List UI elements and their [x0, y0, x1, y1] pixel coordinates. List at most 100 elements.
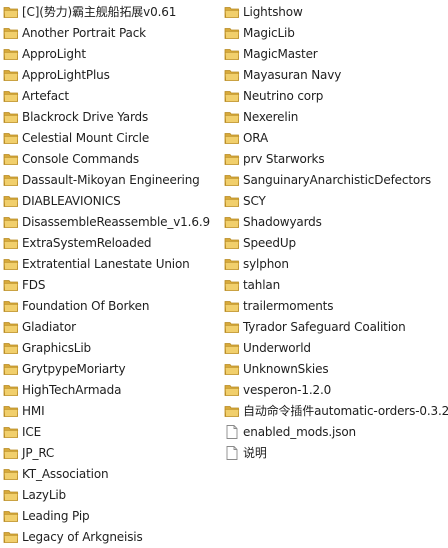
- folder-item[interactable]: Leading Pip: [3, 505, 219, 526]
- item-label: ApproLight: [22, 46, 86, 61]
- folder-icon: [3, 445, 19, 461]
- item-label: MagicLib: [243, 25, 295, 40]
- folder-item[interactable]: [C](势力)霸主舰船拓展v0.61: [3, 1, 219, 22]
- folder-item[interactable]: sylphon: [224, 253, 448, 274]
- folder-item[interactable]: Gladiator: [3, 316, 219, 337]
- folder-item[interactable]: trailermoments: [224, 295, 448, 316]
- folder-icon: [3, 25, 19, 41]
- folder-item[interactable]: Shadowyards: [224, 211, 448, 232]
- item-label: UnknownSkies: [243, 361, 329, 376]
- folder-item[interactable]: HighTechArmada: [3, 379, 219, 400]
- folder-item[interactable]: ApproLightPlus: [3, 64, 219, 85]
- folder-icon: [224, 130, 240, 146]
- item-label: Leading Pip: [22, 508, 90, 523]
- folder-item[interactable]: HMI: [3, 400, 219, 421]
- item-label: HighTechArmada: [22, 382, 122, 397]
- folder-item[interactable]: LazyLib: [3, 484, 219, 505]
- folder-icon: [224, 403, 240, 419]
- item-label: ExtraSystemReloaded: [22, 235, 152, 250]
- folder-item[interactable]: Legacy of Arkgneisis: [3, 526, 219, 547]
- folder-item[interactable]: MagicLib: [224, 22, 448, 43]
- folder-item[interactable]: Neutrino corp: [224, 85, 448, 106]
- folder-icon: [224, 46, 240, 62]
- item-label: enabled_mods.json: [243, 424, 356, 439]
- folder-icon: [3, 277, 19, 293]
- folder-item[interactable]: Underworld: [224, 337, 448, 358]
- folder-item[interactable]: Artefact: [3, 85, 219, 106]
- item-label: GraphicsLib: [22, 340, 91, 355]
- folder-icon: [224, 256, 240, 272]
- folder-icon: [3, 151, 19, 167]
- folder-item[interactable]: SCY: [224, 190, 448, 211]
- item-label: FDS: [22, 277, 46, 292]
- folder-item[interactable]: DIABLEAVIONICS: [3, 190, 219, 211]
- folder-icon: [3, 214, 19, 230]
- folder-item[interactable]: Extratential Lanestate Union: [3, 253, 219, 274]
- file-item[interactable]: 说明: [224, 442, 448, 463]
- folder-item[interactable]: Celestial Mount Circle: [3, 127, 219, 148]
- item-label: 说明: [243, 445, 267, 460]
- folder-icon: [224, 361, 240, 377]
- folder-item[interactable]: Blackrock Drive Yards: [3, 106, 219, 127]
- folder-item[interactable]: Console Commands: [3, 148, 219, 169]
- folder-item[interactable]: vesperon-1.2.0: [224, 379, 448, 400]
- folder-item[interactable]: FDS: [3, 274, 219, 295]
- folder-item[interactable]: Foundation Of Borken: [3, 295, 219, 316]
- folder-icon: [3, 487, 19, 503]
- folder-item[interactable]: ORA: [224, 127, 448, 148]
- folder-item[interactable]: ApproLight: [3, 43, 219, 64]
- folder-item[interactable]: KT_Association: [3, 463, 219, 484]
- folder-icon: [3, 67, 19, 83]
- folder-icon: [224, 109, 240, 125]
- item-label: Shadowyards: [243, 214, 322, 229]
- folder-icon: [3, 235, 19, 251]
- folder-item[interactable]: JP_RC: [3, 442, 219, 463]
- folder-icon: [224, 298, 240, 314]
- folder-item[interactable]: prv Starworks: [224, 148, 448, 169]
- folder-item[interactable]: DisassembleReassemble_v1.6.9: [3, 211, 219, 232]
- folder-item[interactable]: SpeedUp: [224, 232, 448, 253]
- item-label: SanguinaryAnarchisticDefectors: [243, 172, 431, 187]
- folder-icon: [3, 529, 19, 545]
- folder-item[interactable]: Tyrador Safeguard Coalition: [224, 316, 448, 337]
- folder-item[interactable]: Dassault-Mikoyan Engineering: [3, 169, 219, 190]
- folder-item[interactable]: Mayasuran Navy: [224, 64, 448, 85]
- item-label: Mayasuran Navy: [243, 67, 342, 82]
- item-label: [C](势力)霸主舰船拓展v0.61: [22, 4, 177, 19]
- folder-icon: [3, 508, 19, 524]
- item-label: SpeedUp: [243, 235, 296, 250]
- folder-item[interactable]: GrytpypeMoriarty: [3, 358, 219, 379]
- folder-item[interactable]: MagicMaster: [224, 43, 448, 64]
- file-list-column-right: Lightshow MagicLib MagicMaster Mayasuran Na…: [224, 1, 448, 463]
- folder-item[interactable]: Another Portrait Pack: [3, 22, 219, 43]
- folder-icon: [224, 151, 240, 167]
- folder-item[interactable]: tahlan: [224, 274, 448, 295]
- folder-item[interactable]: SanguinaryAnarchisticDefectors: [224, 169, 448, 190]
- item-label: Dassault-Mikoyan Engineering: [22, 172, 200, 187]
- folder-icon: [224, 340, 240, 356]
- folder-icon: [224, 277, 240, 293]
- item-label: Lightshow: [243, 4, 303, 19]
- folder-item[interactable]: ICE: [3, 421, 219, 442]
- item-label: SCY: [243, 193, 266, 208]
- folder-item[interactable]: Lightshow: [224, 1, 448, 22]
- item-label: Neutrino corp: [243, 88, 324, 103]
- item-label: KT_Association: [22, 466, 109, 481]
- folder-icon: [224, 214, 240, 230]
- folder-item[interactable]: 自动命令插件automatic-orders-0.3.2: [224, 400, 448, 421]
- folder-icon: [3, 130, 19, 146]
- folder-icon: [3, 88, 19, 104]
- folder-item[interactable]: Nexerelin: [224, 106, 448, 127]
- folder-icon: [224, 235, 240, 251]
- item-label: Celestial Mount Circle: [22, 130, 150, 145]
- item-label: Another Portrait Pack: [22, 25, 146, 40]
- folder-icon: [3, 361, 19, 377]
- folder-item[interactable]: UnknownSkies: [224, 358, 448, 379]
- folder-icon: [3, 424, 19, 440]
- file-item[interactable]: enabled_mods.json: [224, 421, 448, 442]
- folder-item[interactable]: ExtraSystemReloaded: [3, 232, 219, 253]
- item-label: prv Starworks: [243, 151, 325, 166]
- folder-item[interactable]: GraphicsLib: [3, 337, 219, 358]
- item-label: vesperon-1.2.0: [243, 382, 332, 397]
- folder-icon: [3, 172, 19, 188]
